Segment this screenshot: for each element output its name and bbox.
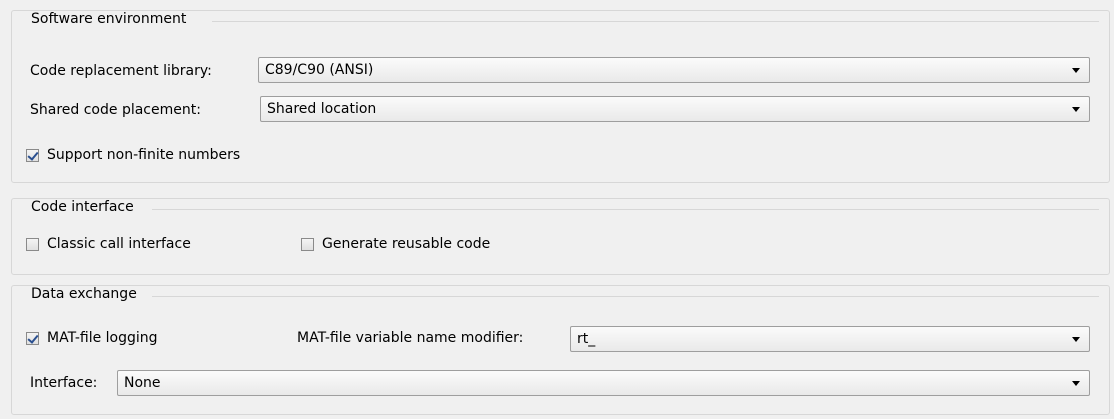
chevron-down-icon bbox=[1072, 381, 1080, 386]
code-interface-group: Code interface Classic call interface Ge… bbox=[11, 198, 1110, 275]
generate-reusable-code-label: Generate reusable code bbox=[322, 236, 491, 252]
code-replacement-library-label: Code replacement library: bbox=[30, 63, 212, 79]
group-divider bbox=[152, 209, 1099, 210]
support-non-finite-label: Support non-finite numbers bbox=[47, 147, 241, 163]
code-interface-title: Code interface bbox=[27, 199, 138, 215]
chevron-down-icon bbox=[1072, 337, 1080, 342]
support-non-finite-row[interactable]: Support non-finite numbers bbox=[26, 147, 240, 163]
generate-reusable-code-checkbox[interactable] bbox=[301, 237, 314, 251]
software-environment-group: Software environment Code replacement li… bbox=[11, 10, 1110, 183]
mat-file-logging-row[interactable]: MAT-file logging bbox=[26, 330, 158, 346]
shared-code-placement-value: Shared location bbox=[267, 101, 377, 117]
mat-file-modifier-label: MAT-file variable name modifier: bbox=[297, 330, 524, 346]
interface-label: Interface: bbox=[30, 375, 98, 391]
code-replacement-library-value: C89/C90 (ANSI) bbox=[265, 62, 374, 78]
data-exchange-title: Data exchange bbox=[27, 286, 141, 302]
group-divider bbox=[212, 21, 1099, 22]
mat-file-logging-checkbox[interactable] bbox=[26, 331, 39, 345]
chevron-down-icon bbox=[1072, 107, 1080, 112]
code-replacement-library-dropdown[interactable]: C89/C90 (ANSI) bbox=[258, 57, 1090, 83]
classic-call-interface-row[interactable]: Classic call interface bbox=[26, 236, 191, 252]
generate-reusable-code-row[interactable]: Generate reusable code bbox=[301, 236, 490, 252]
shared-code-placement-dropdown[interactable]: Shared location bbox=[260, 96, 1090, 122]
support-non-finite-checkbox[interactable] bbox=[26, 148, 39, 162]
classic-call-interface-checkbox[interactable] bbox=[26, 237, 39, 251]
chevron-down-icon bbox=[1072, 68, 1080, 73]
software-environment-title: Software environment bbox=[27, 11, 191, 27]
interface-value: None bbox=[124, 375, 161, 391]
interface-dropdown[interactable]: None bbox=[117, 370, 1090, 396]
group-divider bbox=[152, 296, 1099, 297]
mat-file-modifier-dropdown[interactable]: rt_ bbox=[570, 326, 1090, 352]
data-exchange-group: Data exchange MAT-file logging MAT-file … bbox=[11, 285, 1110, 415]
shared-code-placement-label: Shared code placement: bbox=[30, 102, 201, 118]
classic-call-interface-label: Classic call interface bbox=[47, 236, 191, 252]
mat-file-logging-label: MAT-file logging bbox=[47, 330, 158, 346]
mat-file-modifier-value: rt_ bbox=[577, 331, 596, 347]
